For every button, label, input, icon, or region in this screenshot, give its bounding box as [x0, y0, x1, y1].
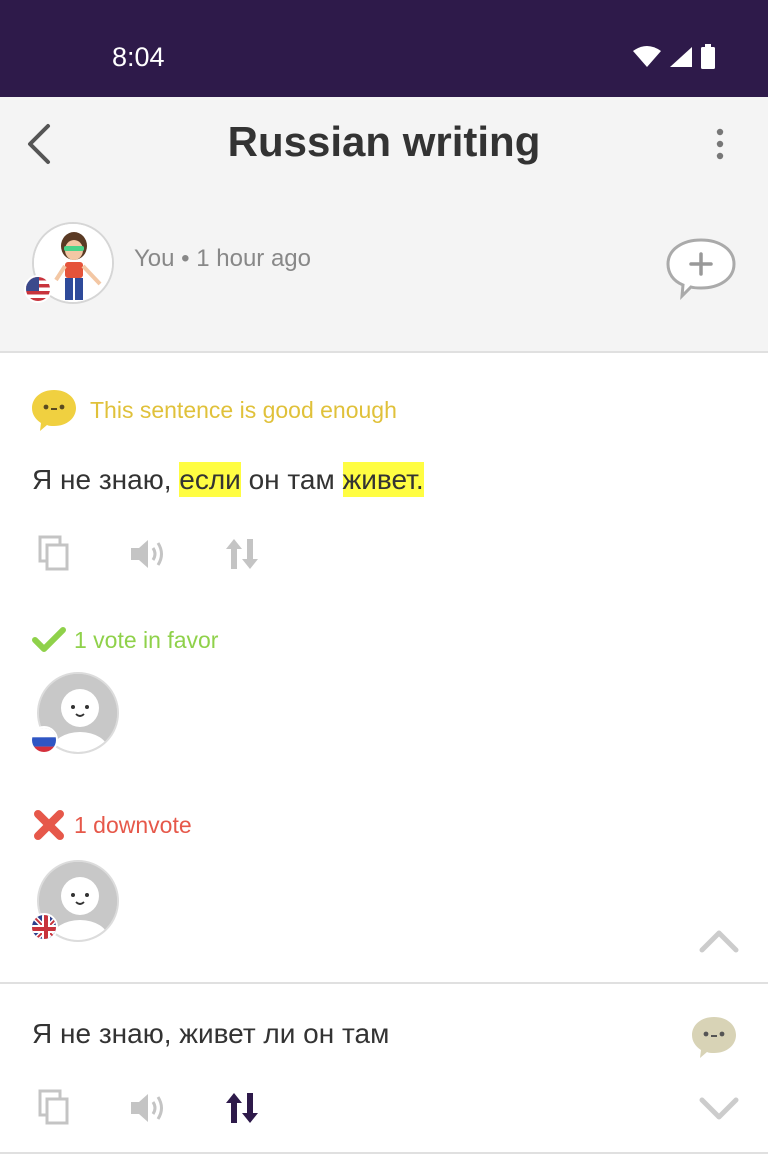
- alternative-sentence: Я не знаю, живет ли он там: [32, 1018, 390, 1049]
- speaker-icon[interactable]: [128, 1088, 168, 1128]
- chevron-down-icon[interactable]: [698, 1092, 740, 1128]
- add-comment-icon[interactable]: [664, 236, 738, 300]
- copy-icon[interactable]: [34, 534, 74, 574]
- sort-arrows-icon[interactable]: [222, 1088, 262, 1128]
- page-title: Russian writing: [227, 118, 541, 165]
- divider: [0, 1152, 768, 1154]
- ru-flag-icon: [30, 726, 58, 754]
- sort-arrows-icon[interactable]: [222, 534, 262, 574]
- downvote-label: 1 downvote: [74, 811, 192, 838]
- us-flag-icon: [24, 275, 52, 303]
- status-label: This sentence is good enough: [90, 396, 397, 423]
- status-icons: [632, 44, 716, 70]
- correction-status: This sentence is good enough: [30, 388, 397, 432]
- wifi-icon: [633, 46, 661, 67]
- correction-actions: [34, 534, 262, 574]
- author-meta: You • 1 hour ago: [134, 245, 311, 272]
- more-options-icon[interactable]: [706, 124, 734, 164]
- battery-icon: [701, 44, 715, 69]
- speaker-icon[interactable]: [128, 534, 168, 574]
- neutral-face-icon: [692, 1017, 736, 1058]
- sentence-part: Я не знаю,: [32, 464, 180, 495]
- corrected-sentence: Я не знаю, если он там живет.: [32, 462, 424, 497]
- status-time: 8:04: [112, 42, 165, 72]
- highlighted-word: если: [179, 462, 241, 497]
- sentence-part: он там: [240, 464, 343, 495]
- copy-icon[interactable]: [34, 1088, 74, 1128]
- chevron-up-icon[interactable]: [698, 922, 740, 958]
- cross-icon: [34, 810, 64, 840]
- neutral-face-icon: [32, 390, 76, 431]
- favor-label: 1 vote in favor: [74, 626, 219, 653]
- uk-flag-icon: [30, 913, 58, 941]
- status-bar: 8:04: [0, 0, 768, 97]
- divider: [0, 982, 768, 984]
- highlighted-word: живет.: [342, 462, 424, 497]
- downvotes: 1 downvote: [32, 808, 192, 842]
- checkmark-icon: [32, 627, 66, 652]
- cell-signal-icon: [670, 47, 692, 67]
- alternative-actions: [34, 1088, 262, 1128]
- favor-votes: 1 vote in favor: [32, 626, 218, 654]
